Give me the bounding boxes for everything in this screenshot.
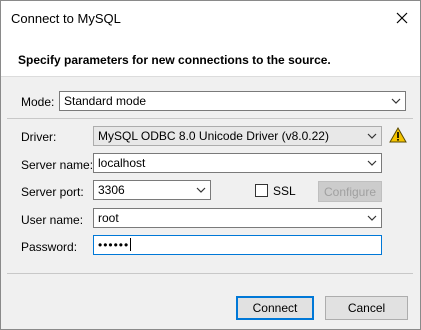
close-icon — [396, 12, 408, 24]
chevron-down-icon — [367, 160, 377, 166]
mode-label: Mode: — [21, 95, 55, 109]
close-button[interactable] — [389, 5, 415, 31]
cancel-button[interactable]: Cancel — [325, 296, 408, 320]
connect-button[interactable]: Connect — [236, 296, 314, 320]
title-bar: Connect to MySQL — [1, 1, 420, 36]
mode-value: Standard mode — [64, 94, 147, 108]
ssl-label: SSL — [273, 184, 296, 198]
server-name-combo[interactable]: localhost — [93, 153, 382, 173]
dialog-header: Specify parameters for new connections t… — [1, 36, 420, 77]
header-text: Specify parameters for new connections t… — [18, 53, 331, 67]
ssl-checkbox[interactable] — [255, 184, 268, 197]
connect-dialog: Connect to MySQL Specify parameters for … — [0, 0, 421, 330]
password-label: Password: — [21, 240, 78, 254]
driver-value: MySQL ODBC 8.0 Unicode Driver (v8.0.22) — [98, 129, 329, 143]
server-name-value: localhost — [98, 156, 146, 170]
configure-button[interactable]: Configure — [318, 181, 382, 202]
separator — [7, 118, 413, 119]
separator — [7, 273, 413, 274]
user-name-label: User name: — [21, 213, 84, 227]
chevron-down-icon — [391, 98, 401, 104]
user-name-value: root — [98, 211, 119, 225]
chevron-down-icon — [367, 215, 377, 221]
password-value: •••••• — [98, 238, 130, 252]
chevron-down-icon — [367, 133, 377, 139]
warning-icon — [389, 127, 407, 143]
password-input[interactable]: •••••• — [93, 235, 382, 255]
server-port-combo[interactable]: 3306 — [93, 180, 211, 200]
driver-select[interactable]: MySQL ODBC 8.0 Unicode Driver (v8.0.22) — [93, 126, 382, 146]
server-port-value: 3306 — [98, 183, 125, 197]
chevron-down-icon — [196, 187, 206, 193]
server-port-label: Server port: — [21, 185, 84, 199]
text-caret — [130, 238, 132, 251]
user-name-combo[interactable]: root — [93, 208, 382, 228]
window-title: Connect to MySQL — [11, 11, 121, 26]
mode-select[interactable]: Standard mode — [59, 91, 406, 111]
server-name-label: Server name: — [21, 158, 94, 172]
driver-label: Driver: — [21, 130, 57, 144]
